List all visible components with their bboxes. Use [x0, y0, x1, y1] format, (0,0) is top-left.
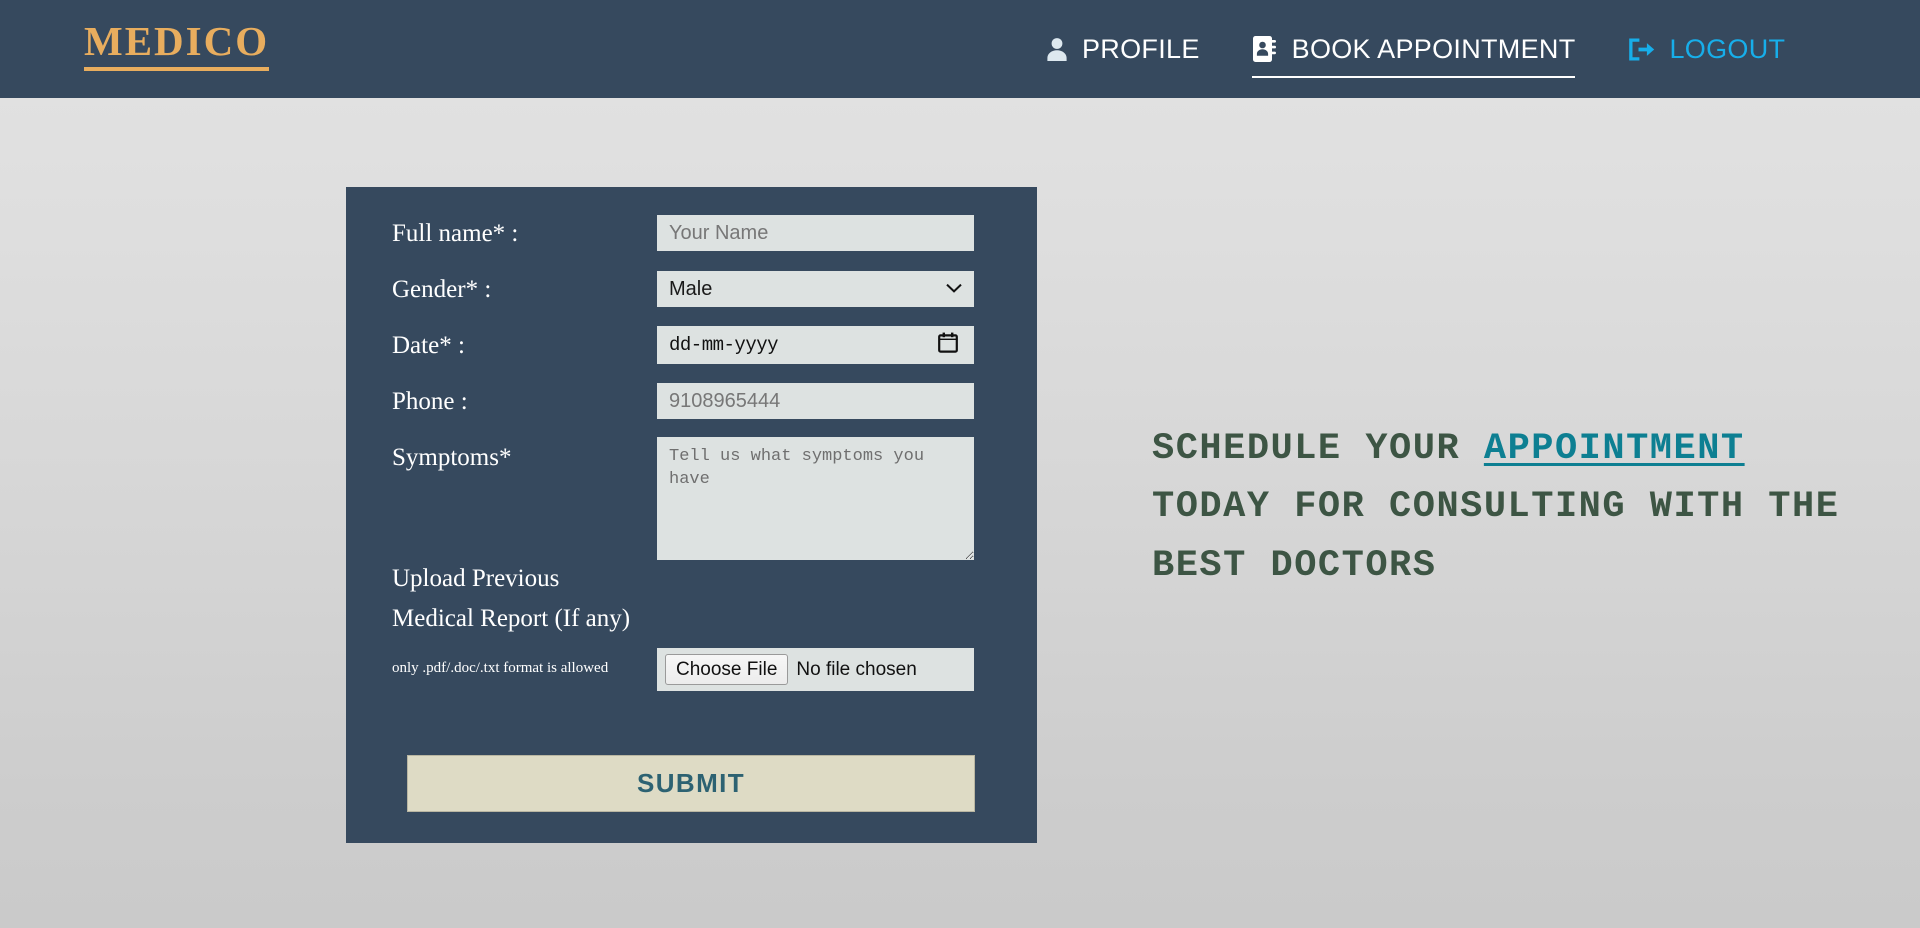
choose-file-button[interactable]: Choose File — [665, 653, 789, 686]
form-row-gender: Gender* : — [392, 275, 491, 305]
headline-appointment-link[interactable]: APPOINTMENT — [1484, 428, 1745, 470]
label-date: Date* : — [392, 332, 465, 359]
brand-logo[interactable]: MEDICO — [84, 18, 270, 72]
label-gender: Gender* : — [392, 276, 492, 303]
nav-item-book-appointment[interactable]: BOOK APPOINTMENT — [1226, 0, 1602, 98]
form-row-date: Date* : — [392, 331, 465, 361]
nav-item-logout[interactable]: LOGOUT — [1601, 0, 1811, 98]
top-navbar: MEDICO PROFILE BOOK APPOINTMENT LOGOUT — [0, 0, 1920, 98]
headline-before: SCHEDULE YOUR — [1152, 428, 1484, 470]
headline-after: TODAY FOR CONSULTING WITH THE BEST DOCTO… — [1152, 486, 1840, 587]
form-row-symptoms: Symptoms* — [392, 443, 511, 473]
nav-item-profile[interactable]: PROFILE — [1020, 0, 1226, 98]
user-icon — [1046, 37, 1068, 62]
appointment-form-card: Full name* : Gender* : Male Female Other — [346, 187, 1037, 843]
date-input[interactable] — [657, 326, 974, 364]
nav-label-book-appointment: BOOK APPOINTMENT — [1291, 33, 1576, 64]
page-body: Full name* : Gender* : Male Female Other — [0, 98, 1920, 928]
nav-label-logout: LOGOUT — [1669, 33, 1786, 64]
phone-input[interactable] — [657, 383, 974, 419]
label-symptoms: Symptoms* — [392, 444, 512, 471]
page-headline: SCHEDULE YOUR APPOINTMENT TODAY FOR CONS… — [1152, 420, 1852, 595]
nav-links: PROFILE BOOK APPOINTMENT LOGOUT — [1020, 0, 1811, 98]
sign-out-icon — [1627, 37, 1655, 62]
gender-select[interactable]: Male Female Other — [657, 271, 974, 307]
nav-label-profile: PROFILE — [1082, 33, 1200, 64]
upload-format-note: only .pdf/.doc/.txt format is allowed — [392, 660, 609, 676]
field-full-name-wrap — [657, 215, 974, 251]
field-phone-wrap — [657, 383, 974, 419]
submit-button[interactable]: SUBMIT — [407, 755, 975, 812]
form-row-full-name: Full name* : — [392, 219, 518, 249]
label-upload-report: Upload Previous Medical Report (If any) — [392, 565, 631, 632]
address-book-icon — [1252, 35, 1278, 63]
file-input-wrap[interactable]: Choose File No file chosen — [657, 648, 974, 691]
field-date-wrap — [657, 326, 974, 364]
symptoms-textarea[interactable] — [657, 437, 974, 560]
form-row-phone: Phone : — [392, 387, 468, 417]
label-phone: Phone : — [392, 388, 468, 415]
field-symptoms-wrap — [657, 437, 974, 565]
full-name-input[interactable] — [657, 215, 974, 251]
label-full-name: Full name* : — [392, 220, 519, 247]
field-gender-wrap: Male Female Other — [657, 271, 974, 307]
file-status-text: No file chosen — [796, 658, 917, 680]
